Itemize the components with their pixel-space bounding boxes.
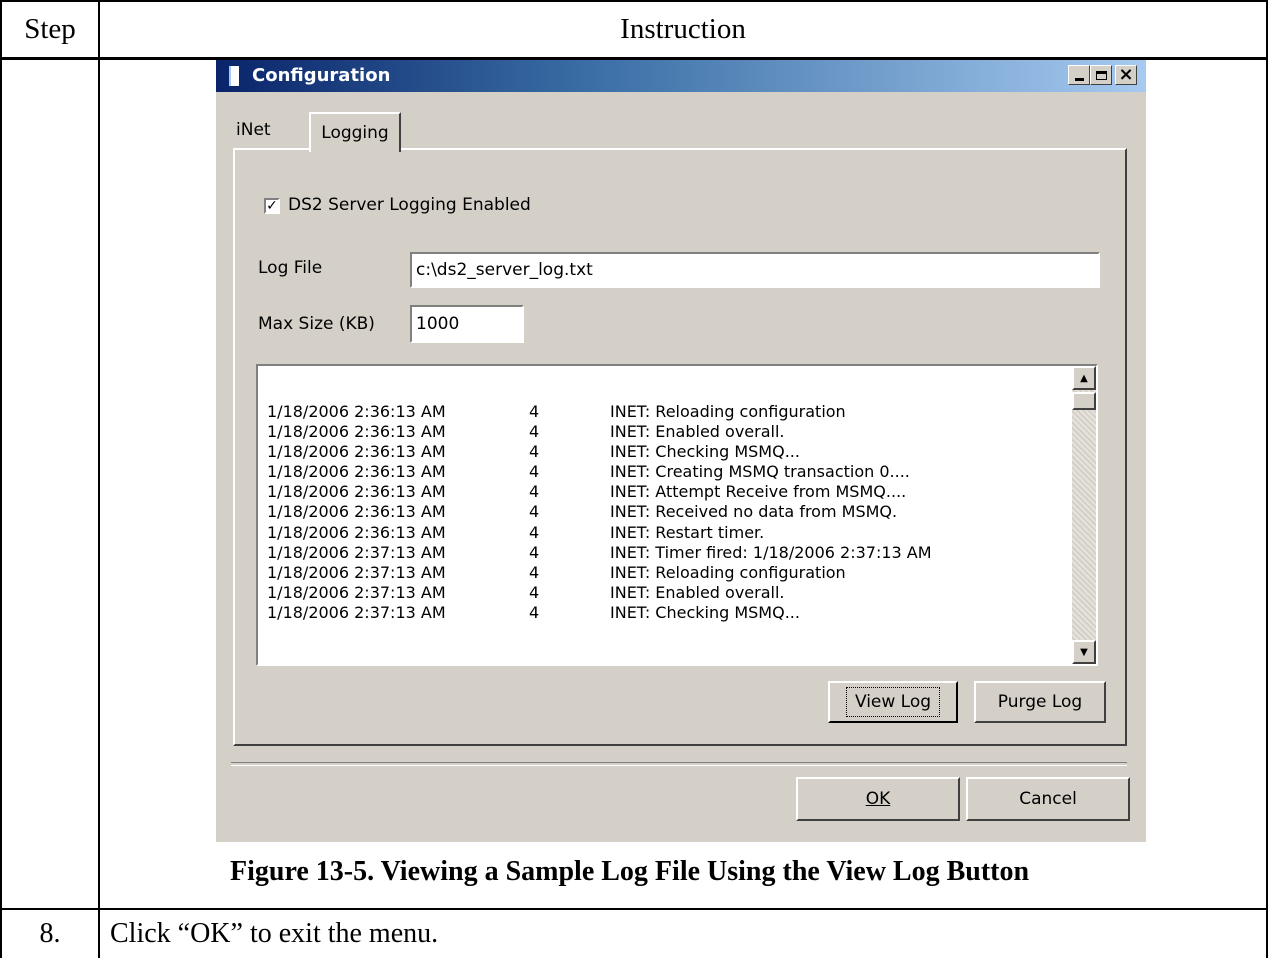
log-level: 4	[529, 602, 540, 622]
log-level: 4	[529, 582, 540, 602]
log-level: 4	[529, 402, 540, 421]
log-message: INET: Creating MSMQ transaction 0....	[610, 462, 910, 482]
cancel-label: Cancel	[1019, 789, 1077, 809]
log-time: 1/18/2006 2:36:13 AM	[267, 502, 446, 522]
scroll-down-button[interactable]: ▼	[1072, 640, 1096, 664]
log-viewer[interactable]: 1/18/2006 2:36:13 AM 4 INET: Reloading con…	[256, 364, 1098, 666]
logging-enabled-label: DS2 Server Logging Enabled	[288, 195, 531, 215]
logging-enabled-checkbox[interactable]: ✓	[264, 198, 280, 214]
app-icon	[229, 66, 239, 86]
scroll-thumb[interactable]	[1072, 392, 1096, 410]
tab-inet[interactable]: iNet	[236, 120, 271, 140]
log-message: INET: Attempt Receive from MSMQ....	[610, 482, 907, 502]
log-message: INET: Checking MSMQ...	[610, 602, 800, 622]
log-message: INET: Received no data from MSMQ.	[610, 502, 898, 522]
log-message: INET: Reloading configuration	[610, 562, 846, 582]
ok-button[interactable]: OK	[796, 777, 960, 821]
close-icon: ×	[1118, 64, 1134, 85]
purge-log-label: Purge Log	[997, 692, 1083, 712]
log-time: 1/18/2006 2:37:13 AM	[267, 562, 446, 582]
log-message: INET: Reloading configuration	[610, 402, 846, 421]
log-level: 4	[529, 482, 540, 502]
scroll-down-icon: ▼	[1080, 646, 1088, 658]
step-instruction: Click “OK” to exit the menu.	[110, 918, 439, 949]
log-time: 1/18/2006 2:36:13 AM	[267, 462, 446, 482]
log-time: 1/18/2006 2:36:13 AM	[267, 422, 446, 442]
minimize-button[interactable]	[1068, 65, 1090, 85]
header-instruction: Instruction	[620, 13, 746, 45]
log-time: 1/18/2006 2:36:13 AM	[267, 482, 446, 502]
table-border-left	[0, 0, 2, 958]
log-message: INET: Enabled overall.	[610, 582, 785, 602]
log-time: 1/18/2006 2:36:13 AM	[267, 402, 446, 421]
log-level: 4	[529, 502, 540, 522]
dialog-title: Configuration	[252, 65, 391, 86]
log-level: 4	[529, 542, 540, 562]
log-time: 1/18/2006 2:36:13 AM	[267, 522, 446, 542]
log-time: 1/18/2006 2:37:13 AM	[267, 542, 446, 562]
log-level: 4	[529, 462, 540, 482]
max-size-label: Max Size (KB)	[258, 314, 375, 334]
step-number: 8.	[39, 918, 61, 949]
log-file-input[interactable]: c:\ds2_server_log.txt	[410, 252, 1100, 288]
purge-log-button[interactable]: Purge Log	[974, 681, 1106, 723]
log-level: 4	[529, 522, 540, 542]
tab-logging[interactable]: Logging	[309, 112, 401, 152]
checkmark-icon: ✓	[266, 198, 278, 214]
log-time: 1/18/2006 2:37:13 AM	[267, 582, 446, 602]
minimize-icon	[1074, 77, 1084, 81]
log-time: 1/18/2006 2:37:13 AM	[267, 602, 446, 622]
table-row-divider	[0, 908, 1268, 910]
scroll-up-button[interactable]: ▲	[1072, 366, 1096, 390]
log-message: INET: Enabled overall.	[610, 422, 785, 442]
dialog-titlebar[interactable]: Configuration ×	[216, 60, 1146, 92]
view-log-button[interactable]: View Log	[828, 681, 958, 723]
table-column-divider	[98, 0, 100, 958]
ok-label: OK	[865, 789, 891, 809]
log-scrollbar[interactable]: ▲ ▼	[1072, 366, 1096, 664]
log-message: INET: Restart timer.	[610, 522, 765, 542]
log-level: 4	[529, 562, 540, 582]
maximize-icon	[1095, 70, 1107, 80]
log-message: INET: Checking MSMQ...	[610, 442, 800, 462]
log-time: 1/18/2006 2:36:13 AM	[267, 442, 446, 462]
header-step: Step	[24, 13, 76, 45]
max-size-input[interactable]: 1000	[410, 305, 524, 343]
configuration-dialog: Configuration × iNet Logging ✓ DS2 Serve…	[216, 60, 1146, 842]
log-level: 4	[529, 422, 540, 442]
dialog-separator	[231, 762, 1127, 766]
cancel-button[interactable]: Cancel	[966, 777, 1130, 821]
maximize-button[interactable]	[1090, 65, 1112, 85]
tab-logging-label: Logging	[321, 123, 389, 143]
view-log-label: View Log	[845, 687, 941, 717]
figure-caption: Figure 13-5. Viewing a Sample Log File U…	[230, 856, 1030, 887]
log-level: 4	[529, 442, 540, 462]
scroll-up-icon: ▲	[1080, 372, 1088, 384]
log-file-label: Log File	[258, 258, 323, 278]
log-message: INET: Timer fired: 1/18/2006 2:37:13 AM	[610, 542, 932, 562]
close-button[interactable]: ×	[1115, 65, 1137, 85]
